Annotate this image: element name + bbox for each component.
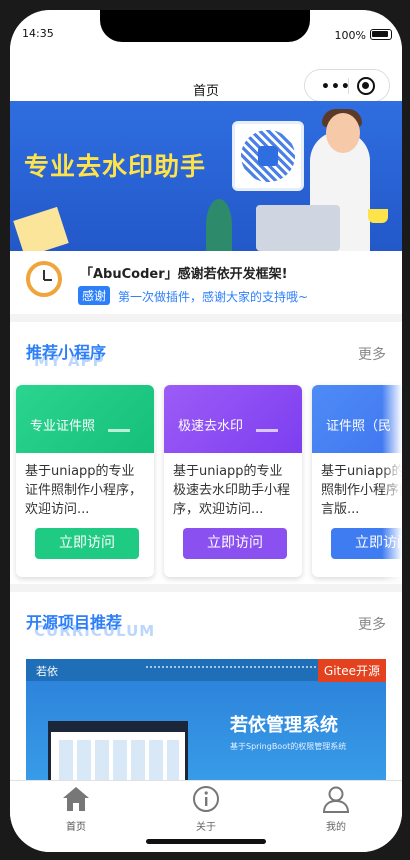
capsule-divider (348, 78, 349, 94)
device-notch (100, 10, 310, 42)
tab-home[interactable]: 首页 (36, 785, 116, 833)
user-icon (322, 786, 350, 813)
tab-label: 首页 (66, 822, 86, 833)
phone-screen: 14:35 100% 首页 ••• 专业去水印助手 「AbuCoder」感谢若依… (10, 10, 402, 852)
tab-bar: 首页 关于 我的 (10, 780, 402, 852)
visit-button[interactable]: 立即访问 (183, 528, 287, 559)
card-header: 极速去水印 (164, 385, 302, 453)
home-icon (63, 787, 89, 811)
notice-tag: 感谢 (78, 286, 111, 305)
alarm-clock-icon (26, 261, 62, 297)
laptop-illustration (256, 205, 340, 251)
card-title-underline (256, 429, 278, 432)
project-name: 若依管理系统 (230, 715, 338, 736)
banner-title: 专业去水印助手 (24, 152, 207, 181)
project-menu (146, 666, 316, 669)
cup-illustration (368, 209, 388, 223)
swiper-indicator (190, 242, 218, 251)
status-time: 14:35 (22, 27, 54, 40)
notice-text: 第一次做插件，感谢大家的支持哦~ (118, 290, 309, 304)
section-title: 推荐小程序 (26, 343, 107, 362)
project-brand: 若依 (36, 665, 58, 678)
gitee-badge: Gitee开源 (317, 659, 386, 682)
more-menu-icon[interactable]: ••• (321, 79, 351, 95)
card-description: 基于uniapp的专业极速去水印助手小程序，欢迎访问... (173, 464, 291, 517)
person-head (326, 113, 360, 153)
tab-mine[interactable]: 我的 (296, 785, 376, 833)
close-miniprogram-icon[interactable] (357, 77, 375, 95)
card-title: 专业证件照 (30, 419, 96, 434)
notice-title: 「AbuCoder」感谢若依开发框架! (80, 267, 288, 282)
visit-button[interactable]: 立即访问 (35, 528, 139, 559)
home-indicator (146, 839, 266, 844)
battery-percent: 100% (334, 29, 366, 42)
recommended-miniprograms-section: MY APP 推荐小程序 更多 专业证件照 基于uniapp的专业证件照制作小程… (10, 322, 402, 584)
miniprogram-card[interactable]: 极速去水印 基于uniapp的专业极速去水印助手小程序，欢迎访问... 立即访问 (164, 385, 302, 577)
card-header: 专业证件照 (16, 385, 154, 453)
battery-icon (370, 29, 392, 40)
card-description: 基于uniapp的专业证件照制作小程序，欢迎访问... (25, 464, 143, 517)
project-card[interactable]: 若依 Gitee开源 若依管理系统 基于SpringBoot的权限管理系统 (26, 659, 386, 784)
card-title: 极速去水印 (178, 419, 244, 434)
banner-swiper[interactable]: 专业去水印助手 (10, 101, 402, 251)
qr-code-image (232, 121, 304, 191)
more-link[interactable]: 更多 (358, 344, 386, 364)
tab-about[interactable]: 关于 (166, 785, 246, 833)
miniprogram-card[interactable]: 专业证件照 基于uniapp的专业证件照制作小程序，欢迎访问... 立即访问 (16, 385, 154, 577)
notice-bar[interactable]: 「AbuCoder」感谢若依开发框架! 感谢 第一次做插件，感谢大家的支持哦~ (10, 251, 402, 314)
tab-label: 我的 (326, 822, 346, 833)
info-icon (193, 786, 219, 812)
nav-bar: 首页 ••• (10, 56, 402, 102)
tab-label: 关于 (196, 822, 216, 833)
project-subtitle: 基于SpringBoot的权限管理系统 (230, 742, 347, 751)
open-source-section: CURRICULUM 开源项目推荐 更多 若依 Gitee开源 若依管理系统 基… (10, 592, 402, 784)
book-illustration (13, 206, 69, 251)
more-link[interactable]: 更多 (358, 614, 386, 634)
project-preview-image (48, 721, 188, 784)
miniprogram-capsule: ••• (304, 69, 390, 102)
card-title-underline (108, 429, 130, 432)
scroll-fade (382, 382, 402, 582)
section-title: 开源项目推荐 (26, 613, 123, 632)
